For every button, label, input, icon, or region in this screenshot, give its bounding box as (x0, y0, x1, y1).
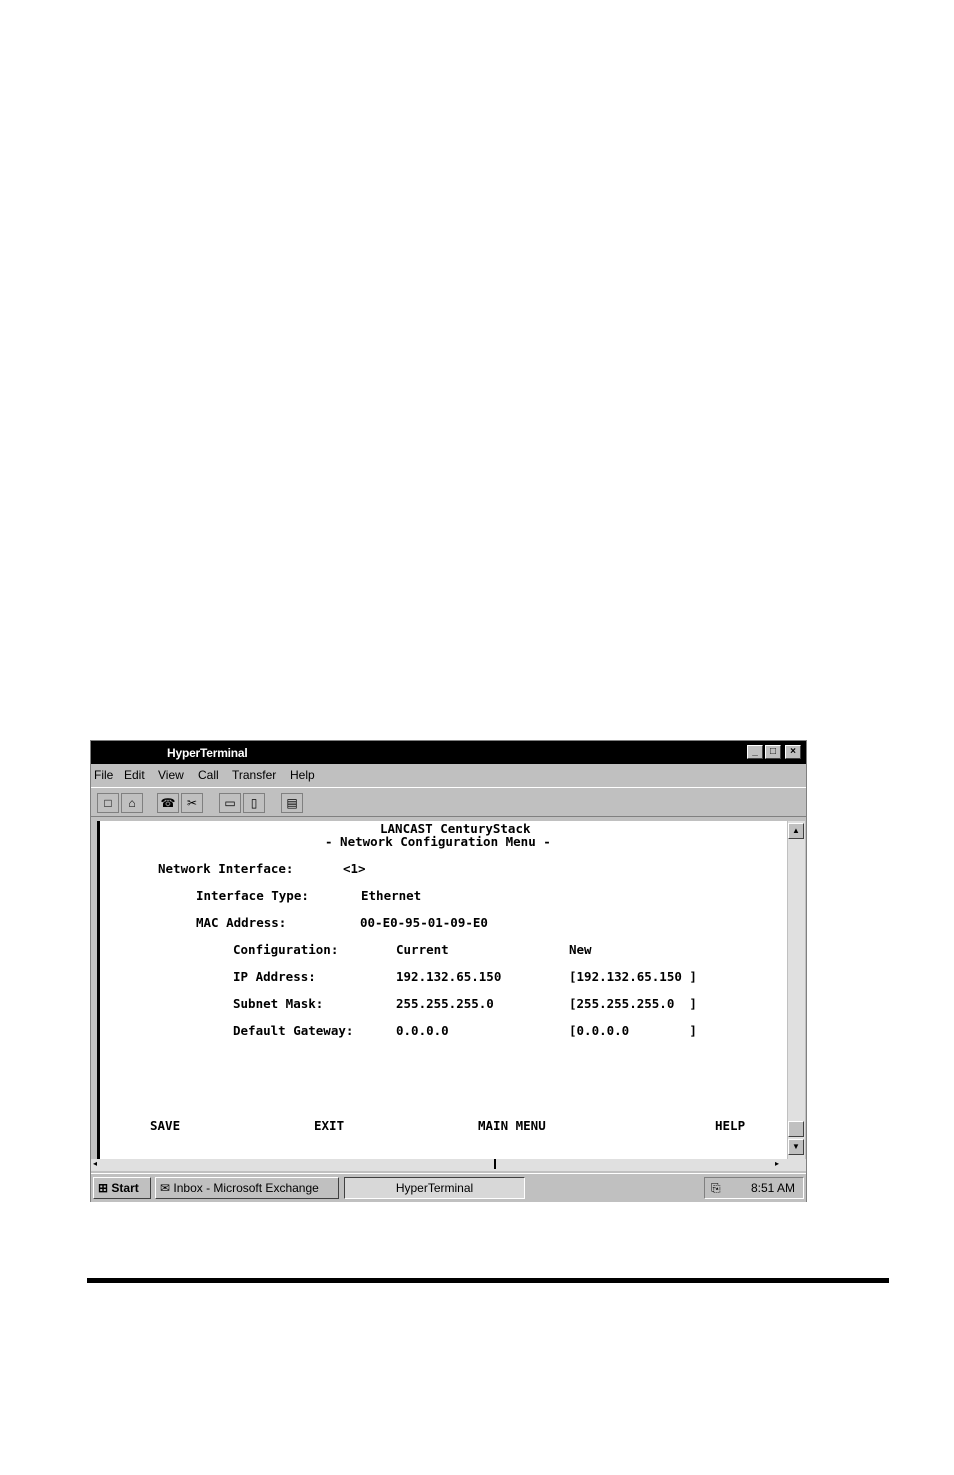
menu-transfer[interactable]: Transfer (232, 768, 276, 782)
network-icon[interactable]: ⎘ (711, 1178, 721, 1198)
mac-address-value: 00-E0-95-01-09-E0 (360, 915, 488, 930)
ip-address-new-field[interactable]: [192.132.65.150 ] (569, 969, 697, 984)
clock: 8:51 AM (751, 1181, 796, 1195)
vertical-scrollbar[interactable]: ▲ ▼ (788, 821, 805, 1159)
scroll-right-icon[interactable]: ▸ (775, 1159, 779, 1168)
exit-command[interactable]: EXIT (314, 1118, 344, 1133)
subnet-mask-current: 255.255.255.0 (396, 996, 494, 1011)
network-interface-label: Network Interface: (158, 861, 294, 876)
menu-view[interactable]: View (158, 768, 184, 782)
taskbar-item-hyperterminal[interactable]: HyperTerminal (344, 1177, 525, 1199)
default-gateway-label: Default Gateway: (233, 1023, 354, 1038)
menu-help[interactable]: Help (290, 768, 315, 782)
menu-call[interactable]: Call (198, 768, 219, 782)
mac-address-label: MAC Address: (196, 915, 287, 930)
open-icon[interactable]: ⌂ (121, 793, 143, 813)
start-label: Start (111, 1181, 139, 1195)
connect-icon[interactable]: ☎ (157, 793, 179, 813)
new-header: New (569, 942, 592, 957)
network-interface-field[interactable]: <1> (343, 861, 366, 876)
disconnect-icon[interactable]: ✂ (181, 793, 203, 813)
properties-icon[interactable]: ▤ (281, 793, 303, 813)
hyperterminal-window: HyperTerminal _ □ × File Edit View Call … (90, 740, 807, 1202)
main-menu-command[interactable]: MAIN MENU (478, 1118, 546, 1133)
receive-icon[interactable]: ▯ (243, 793, 265, 813)
subnet-mask-label: Subnet Mask: (233, 996, 324, 1011)
ip-address-label: IP Address: (233, 969, 316, 984)
default-gateway-current: 0.0.0.0 (396, 1023, 449, 1038)
subnet-mask-new-field[interactable]: [255.255.255.0 ] (569, 996, 697, 1011)
ip-address-current: 192.132.65.150 (396, 969, 502, 984)
help-command[interactable]: HELP (715, 1118, 745, 1133)
taskbar-item-inbox[interactable]: ✉ Inbox - Microsoft Exchange (155, 1177, 339, 1199)
windows-logo-icon: ⊞ (98, 1181, 109, 1195)
menu-edit[interactable]: Edit (124, 768, 145, 782)
page-rule (87, 1278, 889, 1283)
configuration-label: Configuration: (233, 942, 339, 957)
scroll-thumb[interactable] (788, 1121, 804, 1137)
minimize-button[interactable]: _ (747, 745, 763, 759)
new-icon[interactable]: □ (97, 793, 119, 813)
taskbar-item-inbox-label: Inbox - Microsoft Exchange (173, 1181, 319, 1195)
save-command[interactable]: SAVE (150, 1118, 180, 1133)
maximize-button[interactable]: □ (765, 745, 781, 759)
menu-title: - Network Configuration Menu - (325, 834, 551, 849)
window-title: HyperTerminal (167, 746, 248, 760)
horizontal-scroll-thumb[interactable] (494, 1159, 496, 1169)
scroll-left-icon[interactable]: ◂ (93, 1159, 97, 1168)
horizontal-scrollbar[interactable]: ◂ ▸ (91, 1159, 806, 1171)
close-button[interactable]: × (785, 745, 801, 759)
scroll-up-icon[interactable]: ▲ (788, 823, 804, 839)
send-icon[interactable]: ▭ (219, 793, 241, 813)
interface-type-value: Ethernet (361, 888, 422, 903)
default-gateway-new-field[interactable]: [0.0.0.0 ] (569, 1023, 697, 1038)
menu-bar: File Edit View Call Transfer Help (91, 765, 806, 786)
title-bar[interactable]: HyperTerminal _ □ × (91, 741, 806, 764)
terminal-screen[interactable]: LANCAST CenturyStack - Network Configura… (97, 821, 787, 1159)
taskbar: ⊞ Start ✉ Inbox - Microsoft Exchange Hyp… (91, 1173, 806, 1202)
menu-file[interactable]: File (94, 768, 113, 782)
system-tray: ⎘ 8:51 AM (704, 1177, 804, 1199)
toolbar: □ ⌂ ☎ ✂ ▭ ▯ ▤ (91, 787, 806, 817)
interface-type-label: Interface Type: (196, 888, 309, 903)
inbox-icon: ✉ (160, 1181, 171, 1195)
current-header: Current (396, 942, 449, 957)
scroll-down-icon[interactable]: ▼ (788, 1139, 804, 1155)
start-button[interactable]: ⊞ Start (93, 1177, 151, 1199)
taskbar-item-hyperterminal-label: HyperTerminal (395, 1181, 474, 1195)
